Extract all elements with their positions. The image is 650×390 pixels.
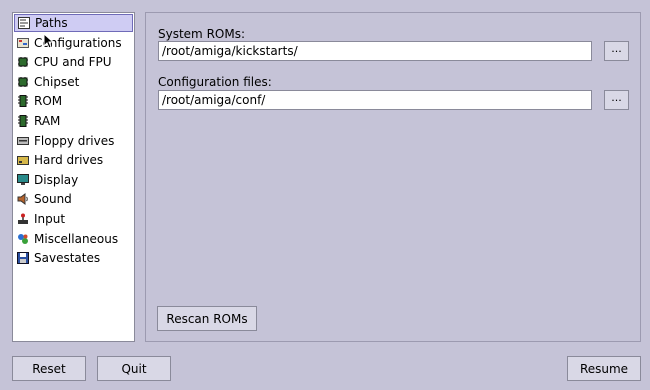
mouse-pointer-icon: [43, 33, 53, 49]
sidebar-item-display[interactable]: Display: [14, 171, 133, 189]
hard-drive-icon: [17, 156, 29, 166]
chip-icon: [18, 57, 28, 68]
config-files-browse-button[interactable]: ...: [604, 90, 629, 110]
sidebar-item-input[interactable]: Input: [14, 210, 133, 228]
system-roms-label: System ROMs:: [158, 27, 245, 41]
sidebar-item-label: ROM: [34, 94, 63, 109]
sidebar-item-floppy-drives[interactable]: Floppy drives: [14, 132, 133, 150]
rescan-roms-button[interactable]: Rescan ROMs: [157, 306, 257, 331]
sidebar-item-label: Sound: [34, 192, 72, 207]
sidebar-item-cpu-and-fpu[interactable]: CPU and FPU: [14, 53, 133, 71]
chip-icon: [18, 76, 28, 87]
sidebar-item-label: Miscellaneous: [34, 231, 119, 246]
sidebar-item-label: Savestates: [34, 251, 101, 266]
sound-icon: [17, 193, 28, 206]
sidebar-item-paths[interactable]: Paths: [14, 14, 133, 32]
sidebar-item-label: CPU and FPU: [34, 55, 112, 70]
paths-icon: [18, 17, 30, 29]
sidebar-item-configurations[interactable]: Configurations: [14, 34, 133, 52]
config-files-field[interactable]: /root/amiga/conf/: [158, 90, 592, 110]
resume-button[interactable]: Resume: [567, 356, 641, 381]
memory-icon: [18, 115, 28, 127]
sidebar-item-label: Floppy drives: [34, 133, 115, 148]
sidebar-item-sound[interactable]: Sound: [14, 190, 133, 208]
sidebar-item-label: Display: [34, 172, 79, 187]
sidebar: Paths Configurations CPU and FPU Chipset…: [12, 12, 135, 342]
reset-button[interactable]: Reset: [12, 356, 86, 381]
monitor-icon: [17, 173, 29, 185]
configurations-icon: [17, 37, 29, 48]
joystick-icon: [18, 213, 28, 224]
sidebar-item-label: Paths: [35, 16, 68, 30]
sidebar-item-savestates[interactable]: Savestates: [14, 249, 133, 267]
sidebar-item-ram[interactable]: RAM: [14, 112, 133, 130]
memory-icon: [18, 95, 28, 108]
sidebar-item-rom[interactable]: ROM: [14, 92, 133, 110]
sidebar-item-miscellaneous[interactable]: Miscellaneous: [14, 230, 133, 248]
sidebar-item-chipset[interactable]: Chipset: [14, 73, 133, 91]
floppy-drive-icon: [17, 136, 29, 145]
save-icon: [17, 252, 29, 265]
system-roms-browse-button[interactable]: ...: [604, 41, 629, 61]
sidebar-item-label: Input: [34, 212, 66, 226]
system-roms-field[interactable]: /root/amiga/kickstarts/: [158, 41, 592, 61]
sidebar-item-hard-drives[interactable]: Hard drives: [14, 151, 133, 169]
sidebar-item-label: RAM: [34, 114, 61, 128]
quit-button[interactable]: Quit: [97, 356, 171, 381]
sidebar-item-label: Chipset: [34, 74, 80, 89]
sidebar-item-label: Hard drives: [34, 153, 104, 168]
config-files-label: Configuration files:: [158, 75, 272, 89]
misc-icon: [18, 233, 28, 244]
paths-panel: System ROMs: /root/amiga/kickstarts/ ...…: [145, 12, 641, 342]
